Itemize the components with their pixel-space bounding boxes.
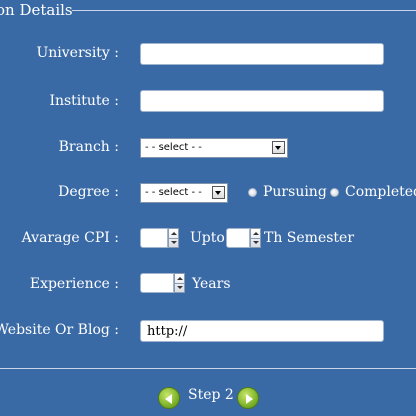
- website-input[interactable]: [140, 320, 384, 342]
- completed-radio[interactable]: [330, 188, 339, 197]
- pursuing-radio[interactable]: [248, 188, 257, 197]
- spinner-up-icon: [253, 232, 259, 235]
- spinner-down-icon: [177, 286, 183, 289]
- university-label: University :: [36, 45, 119, 61]
- years-label: Years: [192, 276, 231, 292]
- institute-label: Institute :: [49, 93, 119, 109]
- cpi-label: Avarage CPI :: [21, 230, 119, 246]
- university-input[interactable]: [140, 43, 384, 65]
- spinner-divider: [175, 283, 184, 284]
- pursuing-label: Pursuing: [263, 184, 327, 200]
- semester-input[interactable]: [226, 228, 250, 248]
- semester-spinner[interactable]: [250, 228, 261, 248]
- next-triangle: [246, 394, 253, 404]
- prev-triangle: [165, 394, 172, 404]
- completed-label: Completed: [345, 184, 416, 200]
- fieldset-bottom-border: [0, 368, 416, 369]
- experience-label: Experience :: [29, 276, 119, 292]
- website-label: r Website Or Blog :: [0, 322, 119, 338]
- chevron-down-icon: [212, 186, 225, 199]
- degree-label: Degree :: [58, 184, 119, 200]
- spinner-up-icon: [177, 277, 183, 280]
- branch-select[interactable]: - - select - -: [140, 138, 288, 158]
- spinner-divider: [169, 238, 178, 239]
- fieldset-legend: on Details: [0, 1, 73, 19]
- semester-suffix: Th Semester: [264, 230, 355, 246]
- cpi-input[interactable]: [140, 228, 168, 248]
- spinner-down-icon: [171, 241, 177, 244]
- chevron-down-icon: [272, 141, 285, 154]
- spinner-down-icon: [253, 241, 259, 244]
- degree-select[interactable]: - - select - -: [140, 183, 228, 203]
- cpi-spinner[interactable]: [168, 228, 179, 248]
- degree-select-value: - - select - -: [145, 187, 202, 198]
- upto-label: Upto: [190, 230, 225, 246]
- spinner-divider: [251, 238, 260, 239]
- step-label: Step 2: [188, 387, 234, 403]
- spinner-up-icon: [171, 232, 177, 235]
- experience-spinner[interactable]: [174, 273, 185, 293]
- arrow-left-icon[interactable]: [158, 387, 180, 409]
- fieldset-top-border: [72, 10, 416, 11]
- arrow-right-icon[interactable]: [237, 387, 259, 409]
- institute-input[interactable]: [140, 90, 384, 112]
- branch-label: Branch :: [58, 139, 119, 155]
- branch-select-value: - - select - -: [145, 142, 202, 153]
- experience-input[interactable]: [140, 273, 174, 293]
